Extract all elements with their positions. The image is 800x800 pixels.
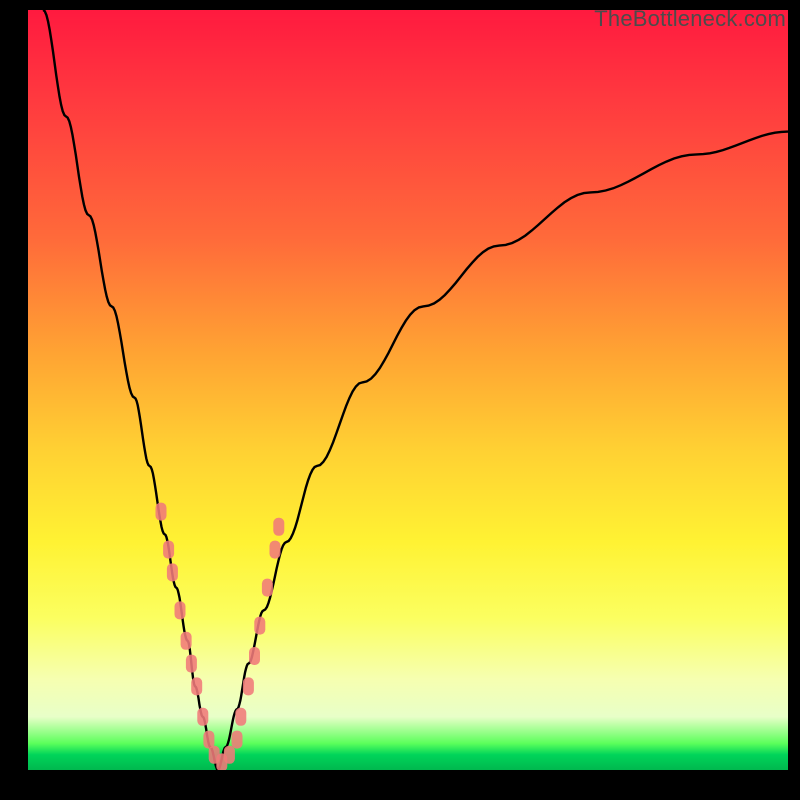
scatter-point: [156, 503, 167, 521]
watermark-text: TheBottleneck.com: [594, 6, 786, 32]
scatter-point: [243, 677, 254, 695]
scatter-point: [273, 518, 284, 536]
scatter-point: [249, 647, 260, 665]
scatter-point: [163, 541, 174, 559]
scatter-point: [186, 655, 197, 673]
scatter-point: [270, 541, 281, 559]
scatter-point: [254, 617, 265, 635]
scatter-point: [181, 632, 192, 650]
scatter-point: [175, 601, 186, 619]
plot-area: [28, 10, 788, 770]
scatter-point: [262, 579, 273, 597]
scatter-point: [224, 746, 235, 764]
scatter-point: [167, 563, 178, 581]
chart-frame: TheBottleneck.com: [0, 0, 800, 800]
scatter-layer: [28, 10, 788, 770]
scatter-point: [197, 708, 208, 726]
scatter-point: [191, 677, 202, 695]
scatter-point: [232, 731, 243, 749]
scatter-point: [235, 708, 246, 726]
